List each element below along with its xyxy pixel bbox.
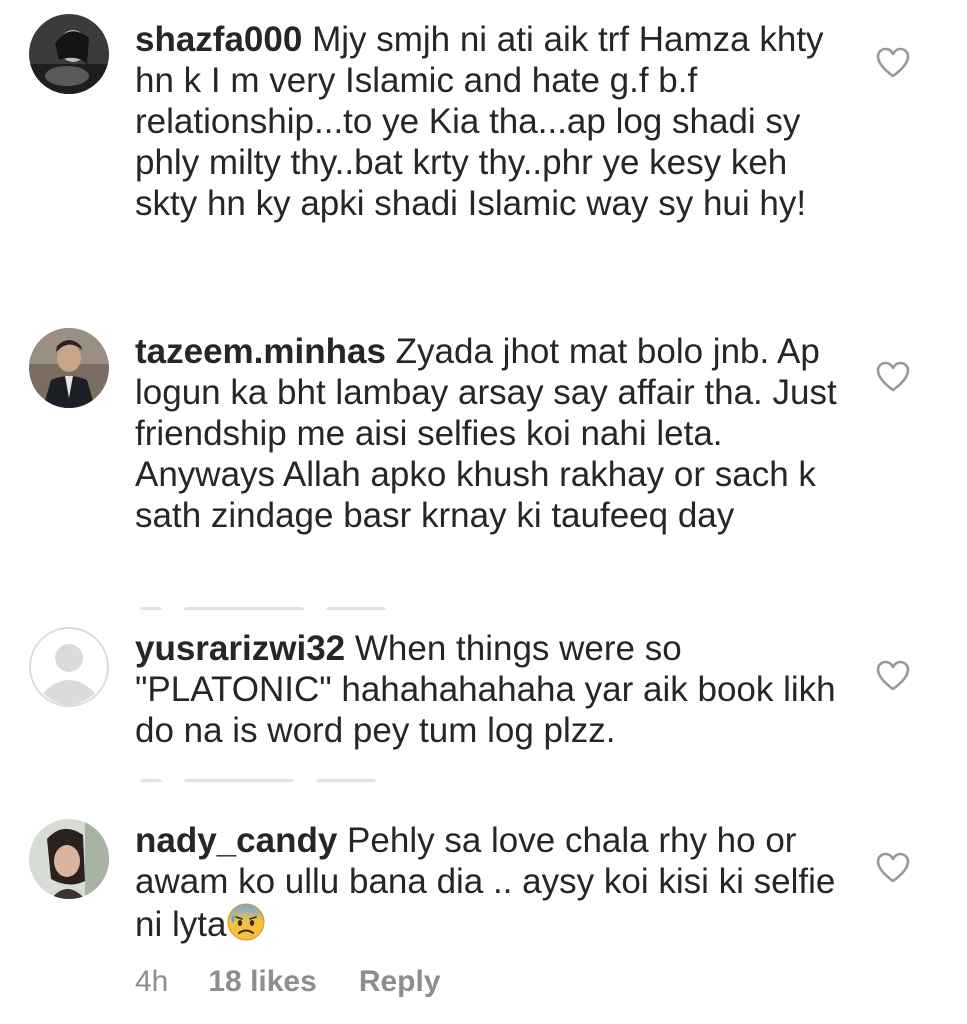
anxious-face-with-sweat-emoji-icon bbox=[227, 903, 265, 941]
default-avatar-icon bbox=[29, 627, 109, 707]
comment-text: tazeem.minhas Zyada jhot mat bolo jnb. A… bbox=[135, 331, 840, 536]
comment-timestamp: 4h bbox=[135, 965, 169, 998]
profile-photo-icon bbox=[29, 819, 109, 899]
comment-username[interactable]: nady_candy bbox=[135, 821, 337, 860]
comment-likes-count[interactable]: 18 likes bbox=[208, 965, 316, 998]
comment-text: nady_candy Pehly sa love chala rhy ho or… bbox=[135, 820, 840, 945]
comment-meta-faded bbox=[140, 600, 460, 610]
avatar[interactable] bbox=[29, 627, 109, 707]
profile-photo-icon bbox=[29, 14, 109, 94]
avatar[interactable] bbox=[29, 328, 109, 408]
comment-username[interactable]: shazfa000 bbox=[135, 20, 302, 59]
comment-meta-faded bbox=[140, 772, 460, 782]
like-heart-icon[interactable] bbox=[876, 660, 910, 692]
profile-photo-icon bbox=[29, 328, 109, 408]
comment-username[interactable]: tazeem.minhas bbox=[135, 332, 386, 371]
like-heart-icon[interactable] bbox=[876, 852, 910, 884]
like-heart-icon[interactable] bbox=[876, 361, 910, 393]
comment-text: yusrarizwi32 When things were so "PLATON… bbox=[135, 628, 840, 751]
like-heart-icon[interactable] bbox=[876, 47, 910, 79]
comment-text: shazfa000 Mjy smjh ni ati aik trf Hamza … bbox=[135, 19, 840, 224]
avatar[interactable] bbox=[29, 819, 109, 899]
comment-username[interactable]: yusrarizwi32 bbox=[135, 629, 345, 668]
reply-button[interactable]: Reply bbox=[359, 965, 441, 998]
avatar[interactable] bbox=[29, 14, 109, 94]
comment-meta: 4h 18 likes Reply bbox=[135, 965, 441, 999]
